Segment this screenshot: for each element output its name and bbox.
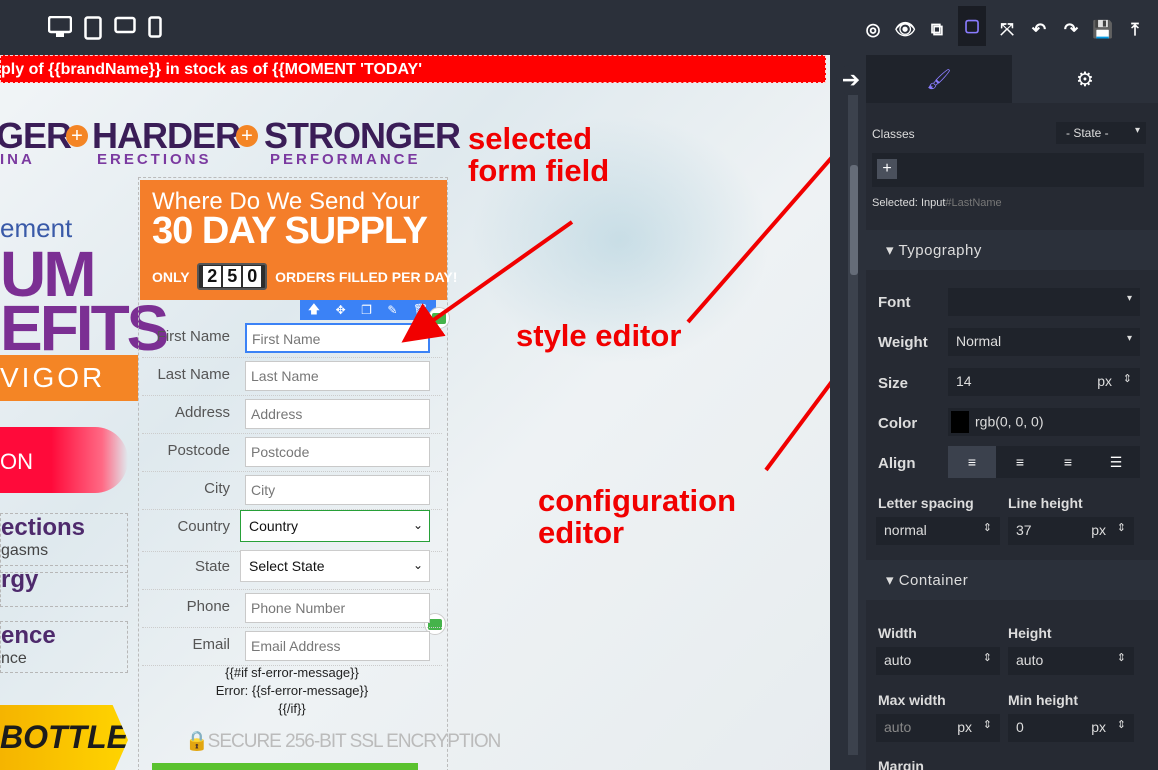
stepper-icon[interactable]: ⇕ — [1117, 718, 1126, 731]
font-label: Font — [878, 294, 911, 311]
weight-label: Weight — [878, 334, 928, 351]
size-value: 14 — [956, 373, 972, 389]
canvas-scrollbar — [830, 55, 866, 770]
line-height-label: Line height — [1008, 495, 1083, 511]
align-right-icon[interactable]: ≡ — [1044, 446, 1092, 478]
classes-label: Classes — [872, 127, 915, 141]
arrow-to-form-field — [401, 220, 574, 343]
height-input[interactable]: auto ⇕ — [1008, 647, 1134, 675]
section-title: Container — [898, 572, 969, 589]
letter-spacing-value: normal — [884, 522, 927, 538]
max-width-label: Max width — [878, 692, 946, 708]
selected-type: Input — [920, 197, 946, 209]
tab-configuration[interactable]: ⚙ — [1012, 55, 1158, 103]
color-swatch[interactable] — [951, 411, 969, 433]
color-input[interactable]: rgb(0, 0, 0) — [948, 408, 1140, 436]
panel-tabs: 🖌 ⚙ — [866, 55, 1158, 103]
max-width-input[interactable]: auto px ⇕ — [876, 714, 1000, 742]
editor-side-panel: 🖌 ⚙ Classes - State - ▾ + Selected: Input… — [866, 55, 1158, 770]
line-height-unit: px — [1091, 522, 1106, 538]
align-buttons: ≡ ≡ ≡ ☰ — [948, 446, 1140, 478]
size-unit: px — [1097, 373, 1112, 389]
tab-style-editor[interactable]: 🖌 — [866, 55, 1012, 103]
max-width-unit: px — [957, 719, 972, 735]
weight-value: Normal — [956, 333, 1002, 349]
weight-select[interactable]: Normal ▾ — [948, 328, 1140, 356]
selected-prefix: Selected: — [872, 197, 918, 209]
chevron-down-icon: ▾ — [1126, 333, 1132, 344]
stepper-icon[interactable]: ⇕ — [1117, 651, 1126, 664]
class-tags[interactable]: + — [872, 153, 1144, 187]
width-input[interactable]: auto ⇕ — [876, 647, 1000, 675]
align-justify-icon[interactable]: ☰ — [1092, 446, 1140, 478]
chevron-down-icon: ▾ — [1134, 125, 1140, 136]
color-label: Color — [878, 415, 918, 432]
chevron-down-icon: ▾ — [1126, 293, 1132, 304]
min-height-unit: px — [1091, 719, 1106, 735]
width-label: Width — [878, 625, 917, 641]
min-height-label: Min height — [1008, 692, 1078, 708]
height-value: auto — [1016, 652, 1044, 668]
min-height-input[interactable]: 0 px ⇕ — [1008, 714, 1134, 742]
size-input[interactable]: 14 px ⇕ — [948, 368, 1140, 396]
align-label: Align — [878, 455, 916, 472]
margin-label: Margin — [878, 758, 924, 770]
stepper-icon[interactable]: ⇕ — [1117, 521, 1126, 534]
color-value: rgb(0, 0, 0) — [975, 413, 1044, 430]
letter-spacing-input[interactable]: normal ⇕ — [876, 517, 1000, 545]
min-height-value: 0 — [1016, 719, 1024, 735]
paintbrush-icon: 🖌 — [926, 68, 952, 91]
size-label: Size — [878, 375, 909, 392]
width-value: auto — [884, 652, 912, 668]
selected-element-label: Selected: Input#LastName — [872, 197, 1002, 209]
align-left-icon[interactable]: ≡ — [948, 446, 996, 478]
collapse-panel-arrow-icon[interactable]: ➔ — [836, 65, 866, 95]
typography-section-header[interactable]: ▾ Typography — [866, 230, 1158, 270]
state-value: - State - — [1066, 126, 1109, 140]
section-title: Typography — [898, 242, 982, 259]
max-width-value: auto — [884, 719, 912, 735]
stepper-icon[interactable]: ⇕ — [1123, 372, 1132, 385]
stepper-icon[interactable]: ⇕ — [983, 718, 992, 731]
state-select[interactable]: - State - ▾ — [1056, 122, 1146, 144]
font-select[interactable]: ▾ — [948, 288, 1140, 316]
stepper-icon[interactable]: ⇕ — [983, 521, 992, 534]
line-height-value: 37 — [1016, 522, 1032, 538]
letter-spacing-label: Letter spacing — [878, 495, 974, 511]
container-section-header[interactable]: ▾ Container — [866, 560, 1158, 600]
gear-icon: ⚙ — [1076, 68, 1094, 91]
align-center-icon[interactable]: ≡ — [996, 446, 1044, 478]
line-height-input[interactable]: 37 px ⇕ — [1008, 517, 1134, 545]
scrollbar-thumb[interactable] — [850, 165, 858, 275]
stepper-icon[interactable]: ⇕ — [983, 651, 992, 664]
height-label: Height — [1008, 625, 1052, 641]
selected-id: #LastName — [945, 197, 1002, 209]
add-class-button[interactable]: + — [877, 159, 897, 179]
